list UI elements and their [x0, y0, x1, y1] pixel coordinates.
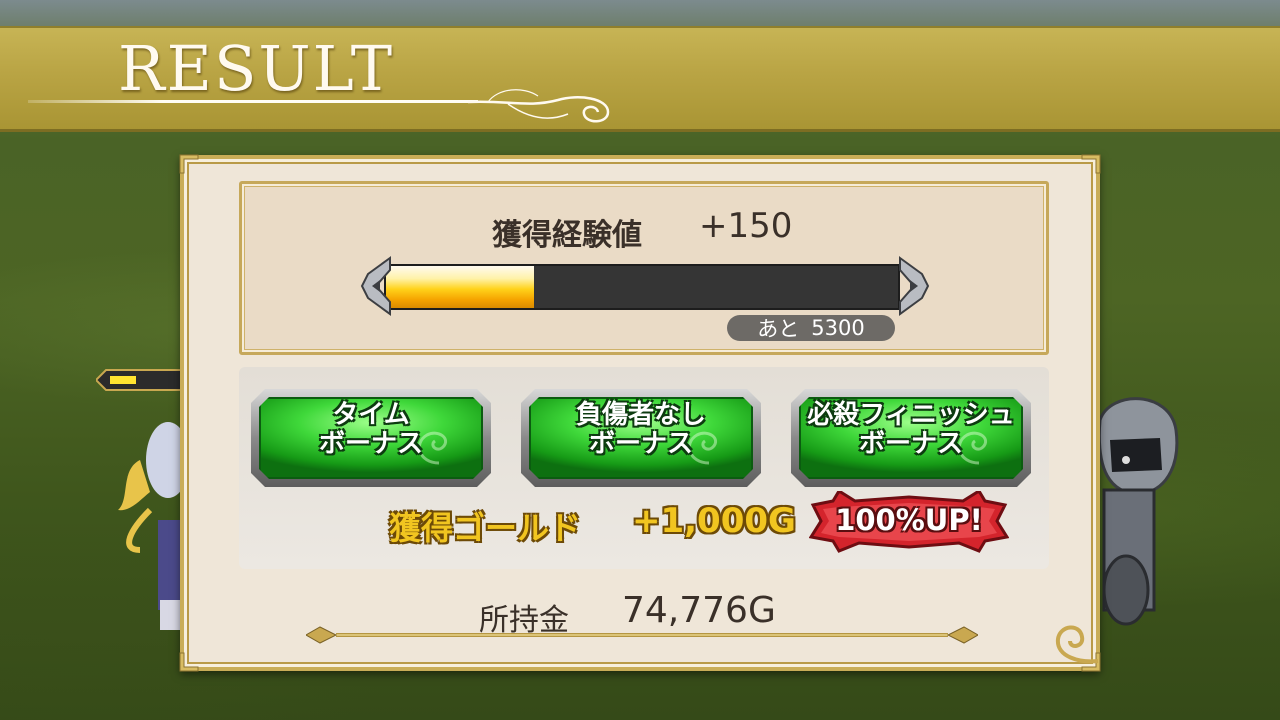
bonus-section: タイム ボーナス 負傷者なし ボーナス 必殺フィニッシュ ボーナス 獲得ゴールド +1… [239, 367, 1049, 569]
exp-section: 獲得経験値 +150 あと 5300 [239, 181, 1049, 355]
bonus-special-finish: 必殺フィニッシュ ボーナス [791, 389, 1031, 487]
banner-underline [28, 100, 478, 103]
exp-bar-cap-left [360, 256, 391, 316]
bonus-no-injury-line2: ボーナス [588, 429, 693, 459]
exp-value: +150 [699, 206, 793, 246]
gold-up-badge: 100%UP! [808, 488, 1010, 553]
gold-label: 獲得ゴールド [389, 509, 582, 547]
gold-up-text: 100%UP! [835, 503, 983, 537]
ally-character-left [118, 422, 186, 630]
ally-hp-gauge [96, 369, 185, 391]
bonus-special-finish-line1: 必殺フィニッシュ [807, 400, 1015, 430]
exp-bar [360, 254, 930, 318]
sky-strip [0, 0, 1280, 28]
panel-corner-ornament [179, 154, 199, 174]
exp-remaining-pill: あと 5300 [727, 315, 895, 341]
bonus-time-line2: ボーナス [318, 429, 423, 459]
exp-bar-fill [386, 266, 535, 308]
exp-label: 獲得経験値 [492, 218, 642, 253]
gold-value: +1,000G [632, 501, 796, 541]
bonus-time: タイム ボーナス [251, 389, 491, 487]
banner-swirl-ornament [468, 89, 610, 123]
bonus-no-injury-line1: 負傷者なし [575, 400, 706, 430]
result-panel: 獲得経験値 +150 あと 5300 タイム ボーナス 負傷者なし ボーナス 必… [179, 154, 1101, 672]
bonus-no-injury: 負傷者なし ボーナス [521, 389, 761, 487]
exp-remaining-value: 5300 [811, 316, 865, 340]
bonus-time-line1: タイム [332, 400, 410, 430]
exp-remaining-prefix: あと [757, 317, 800, 341]
bonus-special-finish-line2: ボーナス [858, 429, 963, 459]
panel-corner-ornament [1081, 154, 1101, 174]
result-title: RESULT [118, 32, 395, 105]
ally-character-right [1097, 397, 1179, 626]
exp-bar-cap-right [899, 256, 930, 316]
corner-swirl-ornament [1055, 625, 1099, 664]
exp-bar-track [384, 264, 900, 310]
panel-corner-ornament [179, 652, 199, 672]
result-banner: RESULT [0, 26, 1280, 132]
footer-ornament [306, 626, 978, 644]
